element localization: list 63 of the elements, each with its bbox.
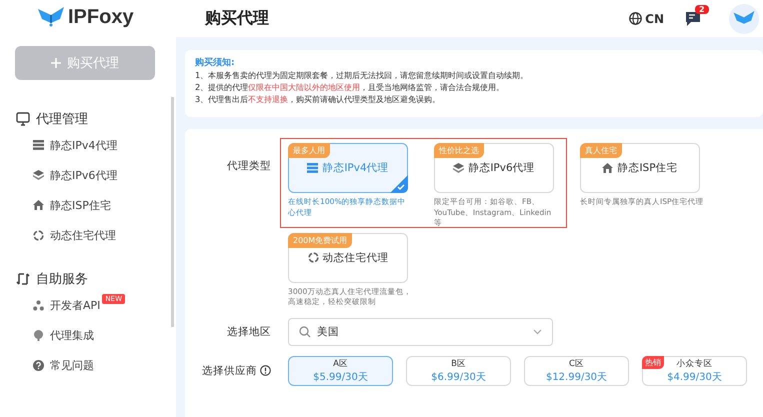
- supplier-option[interactable]: C区 $12.99/30天: [524, 356, 629, 386]
- supplier-price: $12.99/30天: [546, 370, 608, 384]
- help-icon: [33, 360, 44, 370]
- house-icon: [33, 200, 44, 210]
- message-icon[interactable]: [686, 10, 702, 26]
- check-corner-icon: [390, 175, 408, 193]
- sidebar-item[interactable]: 常见问题: [50, 358, 94, 372]
- field-label: 选择地区: [227, 324, 271, 338]
- scrollbar[interactable]: [171, 97, 174, 327]
- bird-logo-icon: [38, 7, 64, 27]
- notice-line: 3、代理售出后不支持退换，购买前请确认代理类型及地区避免误购。: [195, 93, 442, 105]
- sidebar-section-title: 代理管理: [36, 111, 88, 128]
- supplier-price: $5.99/30天: [313, 370, 368, 384]
- nodes-icon: [33, 300, 44, 310]
- supplier-option[interactable]: B区 $6.99/30天: [406, 356, 511, 386]
- proxy-type-option[interactable]: 性价比之选 静态IPv6代理: [434, 143, 554, 193]
- supplier-price: $4.99/30天: [667, 370, 722, 384]
- layers-icon: [453, 163, 464, 173]
- logo-text: IPFoxy: [68, 6, 134, 28]
- sidebar-item[interactable]: 代理集成: [50, 328, 94, 342]
- proxy-type-option[interactable]: 真人住宅 静态ISP住宅: [580, 143, 700, 193]
- supplier-name: C区: [569, 358, 584, 370]
- sidebar-item[interactable]: 静态IPv4代理: [50, 138, 118, 152]
- layers-icon: [33, 170, 44, 180]
- sidebar-item[interactable]: 静态IPv6代理: [50, 168, 118, 182]
- house-icon: [602, 163, 614, 173]
- notice-title: 购买须知:: [195, 56, 236, 69]
- notice-line: 2、提供的代理仅限在中国大陆以外的地区使用，且受当地网络监管，请合法合规使用。: [195, 81, 506, 93]
- supplier-name: A区: [333, 358, 348, 370]
- search-icon: [299, 326, 311, 338]
- sidebar-item[interactable]: 开发者API: [50, 298, 100, 312]
- server-icon: [33, 140, 44, 150]
- globe-icon: [629, 12, 642, 25]
- notice-line: 1、本服务售卖的代理为固定期限套餐，过期后无法找回，请您留意续期时间或设置自动续期。: [195, 69, 530, 81]
- supplier-option[interactable]: 小众专区 $4.99/30天 热销: [642, 356, 747, 386]
- option-tag: 最多人用: [288, 143, 330, 158]
- sidebar-item[interactable]: 动态住宅代理: [50, 228, 116, 242]
- sync-icon: [16, 272, 30, 286]
- notification-count: 2: [695, 4, 709, 14]
- avatar[interactable]: [729, 4, 759, 34]
- supplier-price: $6.99/30天: [431, 370, 486, 384]
- refresh-icon: [308, 252, 318, 263]
- page-title: 购买代理: [205, 8, 270, 29]
- server-icon: [307, 163, 318, 173]
- hot-tag: 热销: [642, 356, 664, 368]
- sidebar-section-title: 自助服务: [36, 271, 88, 288]
- option-tag: 真人住宅: [580, 143, 622, 158]
- info-icon: [260, 365, 271, 376]
- chevron-down-icon: [533, 328, 542, 334]
- proxy-type-option[interactable]: 200M免费试用 动态住宅代理: [288, 232, 408, 282]
- field-label: 选择供应商: [202, 364, 257, 378]
- region-select[interactable]: 美国: [288, 318, 553, 346]
- option-tag: 性价比之选: [434, 143, 484, 158]
- language-selector[interactable]: CN: [629, 12, 664, 26]
- supplier-option[interactable]: A区 $5.99/30天: [288, 356, 393, 386]
- supplier-name: 小众专区: [676, 358, 712, 370]
- monitor-icon: [16, 112, 30, 126]
- supplier-name: B区: [451, 358, 466, 370]
- plus-icon: [51, 58, 61, 68]
- option-tag: 200M免费试用: [288, 232, 352, 248]
- refresh-icon: [33, 230, 44, 240]
- sidebar-item[interactable]: 静态ISP住宅: [50, 198, 111, 212]
- field-label: 代理类型: [227, 159, 271, 173]
